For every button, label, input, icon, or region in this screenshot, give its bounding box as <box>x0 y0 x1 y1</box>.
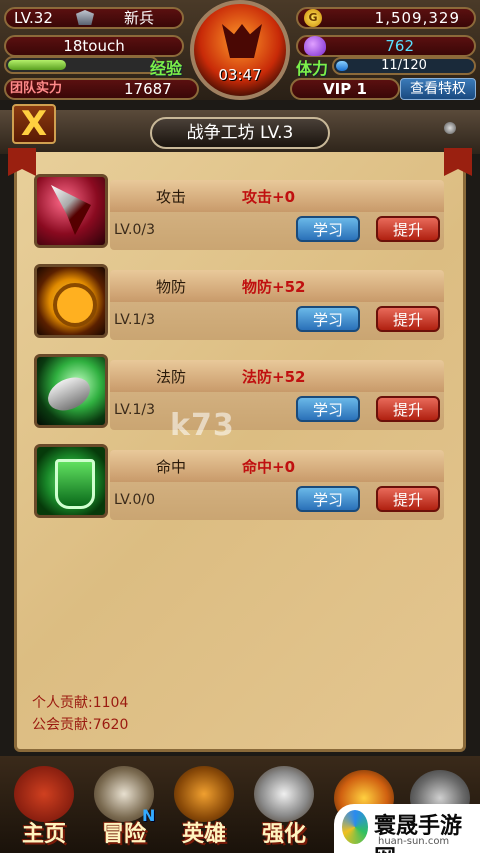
exp-label: 经验 <box>150 59 183 78</box>
exp-fill <box>8 60 66 70</box>
new-badge: N <box>142 806 156 825</box>
gold-bar[interactable]: G 1,509,329 <box>296 7 476 29</box>
skill-card-attack: 攻击 攻击+0 LV.0/3 学习 提升 <box>34 174 444 256</box>
skill-bonus: 物防+52 <box>242 278 306 296</box>
hero-helmet-icon <box>174 766 234 822</box>
demon-crest-icon <box>222 24 262 58</box>
player-level: LV.32 <box>14 9 53 27</box>
skill-name: 法防 <box>156 368 187 386</box>
upgrade-button[interactable]: 提升 <box>376 396 440 422</box>
brand-url: huan-sun.com <box>378 836 450 847</box>
upgrade-button[interactable]: 提升 <box>376 486 440 512</box>
timer: 03:47 <box>218 66 262 84</box>
exp-bar <box>4 56 159 74</box>
watermark: k73 <box>170 408 235 443</box>
skill-level: LV.0/0 <box>114 492 156 508</box>
skill-card-body: 攻击 攻击+0 LV.0/3 学习 提升 <box>110 180 444 250</box>
home-icon <box>14 766 74 822</box>
nav-label: 强化 <box>261 822 306 847</box>
nav-label: 英雄 <box>181 822 226 847</box>
team-power-bar: 团队实力 17687 <box>4 78 199 100</box>
skill-level: LV.1/3 <box>114 312 156 328</box>
team-power-value: 17687 <box>124 80 172 98</box>
skill-name: 物防 <box>156 278 187 296</box>
skill-card-body: 物防 物防+52 LV.1/3 学习 提升 <box>110 270 444 340</box>
skill-card-physical-defense: 物防 物防+52 LV.1/3 学习 提升 <box>34 264 444 346</box>
nav-home[interactable]: 主页 <box>8 766 80 850</box>
learn-button[interactable]: 学习 <box>296 306 360 332</box>
player-rank: 新兵 <box>124 9 155 27</box>
skill-level: LV.0/3 <box>114 222 156 238</box>
skill-name: 命中 <box>156 458 187 476</box>
skill-bonus: 法防+52 <box>242 368 306 386</box>
rank-badge-icon <box>76 10 94 25</box>
skill-level: LV.1/3 <box>114 402 156 418</box>
panel-title: 战争工坊 LV.3 <box>150 117 330 149</box>
brand-watermark: 寰晟手游网 huan-sun.com <box>334 804 480 853</box>
skill-card-magic-defense: 法防 法防+52 LV.1/3 学习 提升 <box>34 354 444 436</box>
gold-coin-icon: G <box>304 9 322 27</box>
vip-level: VIP 1 <box>290 78 400 100</box>
close-button[interactable]: X <box>12 104 56 144</box>
level-bar: LV.32 新兵 <box>4 7 184 29</box>
personal-contribution: 个人贡献:1104 <box>32 695 129 711</box>
guild-emblem[interactable]: 03:47 <box>190 0 290 100</box>
brand-logo-icon <box>342 810 368 844</box>
player-name: 18touch <box>4 35 184 57</box>
upgrade-button[interactable]: 提升 <box>376 216 440 242</box>
stamina-label: 体力 <box>296 59 329 78</box>
gem-icon <box>304 36 326 56</box>
gem-value: 762 <box>385 37 414 55</box>
skill-bonus: 攻击+0 <box>242 188 296 206</box>
magic-shield-icon[interactable] <box>34 354 108 428</box>
stamina-bar[interactable]: 11/120 <box>332 57 476 75</box>
gem-bar[interactable]: 762 <box>296 35 476 57</box>
green-shield-icon[interactable] <box>34 444 108 518</box>
skill-card-body: 法防 法防+52 LV.1/3 学习 提升 <box>110 360 444 430</box>
skill-bonus: 命中+0 <box>242 458 296 476</box>
guild-contribution: 公会贡献:7620 <box>32 717 129 733</box>
rivet-icon <box>444 122 456 134</box>
nav-adventure[interactable]: 冒险 N <box>88 766 160 850</box>
gold-value: 1,509,329 <box>374 9 460 27</box>
learn-button[interactable]: 学习 <box>296 396 360 422</box>
nav-label: 主页 <box>21 822 66 847</box>
anvil-hammer-icon <box>254 766 314 822</box>
axe-icon[interactable] <box>34 174 108 248</box>
team-power-label: 团队实力 <box>10 81 63 96</box>
learn-button[interactable]: 学习 <box>296 216 360 242</box>
skill-card-body: 命中 命中+0 LV.0/0 学习 提升 <box>110 450 444 520</box>
skill-card-accuracy: 命中 命中+0 LV.0/0 学习 提升 <box>34 444 444 526</box>
view-privileges-button[interactable]: 查看特权 <box>400 78 476 100</box>
upgrade-button[interactable]: 提升 <box>376 306 440 332</box>
nav-heroes[interactable]: 英雄 <box>168 766 240 850</box>
nav-enhance[interactable]: 强化 <box>248 766 320 850</box>
skill-name: 攻击 <box>156 188 187 206</box>
shield-coin-icon[interactable] <box>34 264 108 338</box>
learn-button[interactable]: 学习 <box>296 486 360 512</box>
stamina-value: 11/120 <box>381 58 427 73</box>
